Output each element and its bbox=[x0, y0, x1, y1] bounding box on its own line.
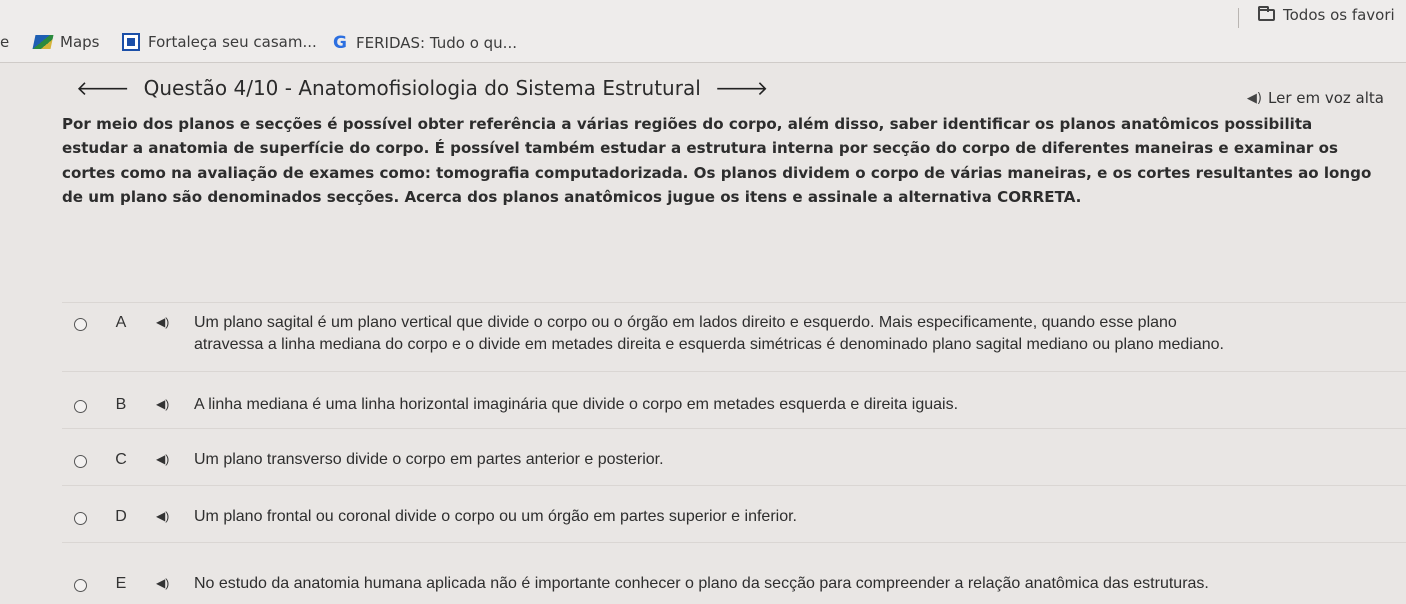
arrow-right-icon[interactable]: 🡒 bbox=[715, 76, 769, 100]
question-header: 🡐 Questão 4/10 - Anatomofisiologia do Si… bbox=[76, 76, 768, 100]
speaker-icon: ◀) bbox=[1246, 90, 1262, 106]
answer-options: A ◀) Um plano sagital é um plano vertica… bbox=[62, 302, 1406, 604]
read-aloud-label: Ler em voz alta bbox=[1268, 89, 1384, 107]
radio-button[interactable] bbox=[74, 579, 87, 592]
bookmark-site-icon bbox=[122, 33, 140, 51]
arrow-left-icon[interactable]: 🡐 bbox=[76, 76, 130, 100]
bookmarks-bar: e Maps Fortaleça seu casam... G FERIDAS:… bbox=[0, 0, 1406, 63]
option-text: Um plano frontal ou coronal divide o cor… bbox=[194, 508, 797, 525]
question-title: Questão 4/10 - Anatomofisiologia do Sist… bbox=[143, 76, 701, 100]
option-a[interactable]: A ◀) Um plano sagital é um plano vertica… bbox=[62, 302, 1406, 371]
option-e[interactable]: E ◀) No estudo da anatomia humana aplica… bbox=[62, 542, 1406, 604]
option-letter: D bbox=[115, 508, 127, 525]
option-letter: C bbox=[115, 451, 127, 468]
folder-icon bbox=[1258, 6, 1275, 21]
bookmark-fortaleza-label: Fortaleça seu casam... bbox=[148, 33, 317, 51]
speaker-icon[interactable]: ◀) bbox=[156, 452, 169, 466]
bookmark-feridas[interactable]: G FERIDAS: Tudo o qu... bbox=[332, 33, 517, 53]
radio-button[interactable] bbox=[74, 400, 87, 413]
option-text: Um plano sagital é um plano vertical que… bbox=[194, 314, 1224, 353]
option-letter: A bbox=[115, 314, 127, 331]
speaker-icon[interactable]: ◀) bbox=[156, 576, 169, 590]
read-aloud-button[interactable]: ◀) Ler em voz alta bbox=[1247, 89, 1384, 107]
speaker-icon[interactable]: ◀) bbox=[156, 315, 169, 329]
bookmark-all-favorites-label: Todos os favori bbox=[1283, 6, 1395, 24]
radio-button[interactable] bbox=[74, 318, 87, 331]
option-text: Um plano transverso divide o corpo em pa… bbox=[194, 451, 664, 468]
bookmark-fortaleza[interactable]: Fortaleça seu casam... bbox=[122, 33, 317, 51]
option-letter: E bbox=[115, 575, 127, 592]
bookmark-maps-label: Maps bbox=[60, 33, 100, 51]
radio-button[interactable] bbox=[74, 455, 87, 468]
option-d[interactable]: D ◀) Um plano frontal ou coronal divide … bbox=[62, 485, 1406, 542]
bookmark-maps[interactable]: Maps bbox=[32, 33, 100, 51]
option-text: No estudo da anatomia humana aplicada nã… bbox=[194, 575, 1209, 592]
radio-button[interactable] bbox=[74, 512, 87, 525]
option-letter: B bbox=[115, 396, 127, 413]
option-text: A linha mediana é uma linha horizontal i… bbox=[194, 396, 959, 413]
question-statement: Por meio dos planos e secções é possível… bbox=[62, 115, 1372, 206]
maps-icon bbox=[32, 35, 54, 49]
speaker-icon[interactable]: ◀) bbox=[156, 509, 169, 523]
bookmark-feridas-label: FERIDAS: Tudo o qu... bbox=[356, 34, 517, 52]
bookmark-partial-label: e bbox=[0, 33, 10, 51]
google-icon: G bbox=[333, 33, 347, 53]
option-b[interactable]: B ◀) A linha mediana é uma linha horizon… bbox=[62, 371, 1406, 428]
bookmark-partial[interactable]: e bbox=[0, 33, 9, 51]
speaker-icon[interactable]: ◀) bbox=[156, 397, 169, 411]
bookmarks-divider bbox=[1238, 8, 1239, 28]
option-c[interactable]: C ◀) Um plano transverso divide o corpo … bbox=[62, 428, 1406, 485]
bookmark-all-favorites[interactable]: Todos os favori bbox=[1258, 6, 1395, 24]
